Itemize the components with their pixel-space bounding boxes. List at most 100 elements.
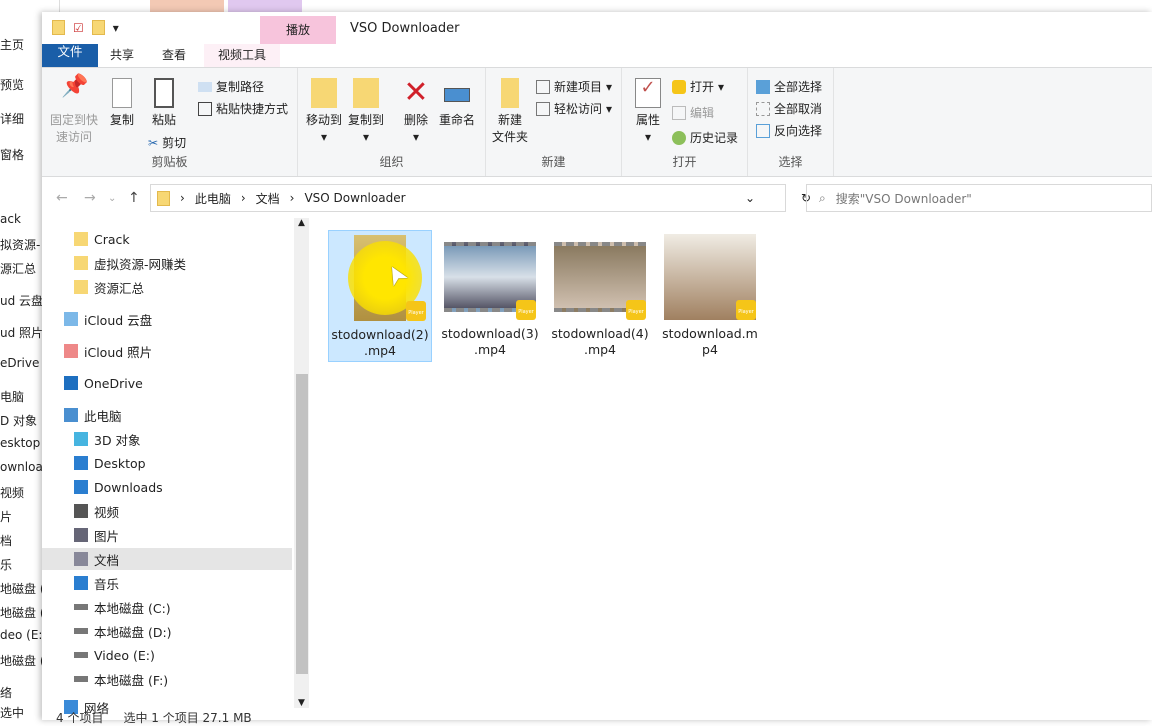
select-none-button[interactable]: 全部取消 <box>756 100 822 117</box>
up-icon[interactable]: ↑ <box>128 190 140 206</box>
background-item: 地磁盘 ( <box>0 654 45 668</box>
open-play-icon <box>672 79 686 94</box>
window-title: VSO Downloader <box>350 21 460 36</box>
tree-item[interactable]: 音乐 <box>74 572 324 594</box>
tab-video-tools[interactable]: 视频工具 <box>204 44 281 67</box>
tree-item[interactable]: 文档 <box>42 548 292 570</box>
file-name: stodownload.m <box>662 326 758 341</box>
cut-button[interactable]: ✂ 剪切 <box>148 134 186 151</box>
file-item[interactable]: Player stodownload(4) .mp4 <box>548 230 652 362</box>
background-item: ud 云盘 <box>0 294 44 308</box>
properties-icon[interactable]: ☑ <box>73 21 84 35</box>
copy-to-button[interactable]: 复制到 ▾ <box>346 78 386 146</box>
file-item[interactable]: ➤ Player stodownload(2) .mp4 <box>328 230 432 362</box>
background-item: 窗格 <box>0 148 25 162</box>
recent-chevron-icon[interactable]: ⌄ <box>108 193 116 204</box>
copy-path-button[interactable]: 复制路径 <box>198 78 264 95</box>
background-item: 档 <box>0 534 13 548</box>
item-count: 4 个项目 <box>56 711 104 725</box>
copy-button[interactable]: 复制 <box>104 78 140 129</box>
breadcrumb-item[interactable]: 此电脑 <box>195 190 231 207</box>
drive-icon <box>74 652 88 658</box>
tree-item[interactable]: 此电脑 <box>64 404 314 426</box>
navigation-scrollbar[interactable]: ▲ ▼ <box>294 218 309 708</box>
tree-item[interactable]: 本地磁盘 (F:) <box>74 668 324 690</box>
tree-item-label: 本地磁盘 (D:) <box>94 624 172 640</box>
tree-item[interactable]: 虚拟资源-网赚类 <box>74 252 324 274</box>
easy-access-icon <box>536 101 550 116</box>
tree-item[interactable]: iCloud 云盘 <box>64 308 314 330</box>
background-item: ud 照片 <box>0 326 44 340</box>
tree-item[interactable]: Crack <box>74 228 324 250</box>
tree-item[interactable]: 本地磁盘 (D:) <box>74 620 324 642</box>
delete-button[interactable]: ✕ 删除 ▾ <box>398 78 434 146</box>
background-item: eDrive <box>0 356 40 370</box>
chevron-right-icon[interactable]: › <box>180 191 185 205</box>
properties-button[interactable]: ✓ 属性 ▾ <box>630 78 666 146</box>
background-item: 选中 <box>0 706 25 720</box>
new-item-icon <box>536 79 550 94</box>
tree-item-label: Downloads <box>94 479 163 495</box>
chevron-down-icon[interactable]: ▾ <box>113 21 119 35</box>
file-item[interactable]: Player stodownload.m p4 <box>658 230 762 362</box>
breadcrumb-item[interactable]: VSO Downloader <box>304 191 405 205</box>
paste-button[interactable]: 粘贴 <box>146 78 182 129</box>
move-to-button[interactable]: 移动到 ▾ <box>304 78 344 146</box>
drive-icon <box>74 628 88 634</box>
tree-item[interactable]: Downloads <box>74 476 324 498</box>
background-item: 乐 <box>0 558 13 572</box>
invert-selection-button[interactable]: 反向选择 <box>756 122 822 139</box>
open-button[interactable]: 打开 ▾ <box>672 78 724 95</box>
tree-item[interactable]: 资源汇总 <box>74 276 324 298</box>
tree-item[interactable]: OneDrive <box>64 372 314 394</box>
pin-button[interactable]: 📌 固定到快 速访问 <box>48 76 100 146</box>
back-icon[interactable]: ← <box>56 190 68 206</box>
tree-item[interactable]: Video (E:) <box>74 644 324 666</box>
tree-item-label: 资源汇总 <box>94 280 145 296</box>
tree-item-label: 本地磁盘 (F:) <box>94 672 169 688</box>
download-icon <box>74 480 88 494</box>
address-bar[interactable]: › 此电脑 › 文档 › VSO Downloader ⌄ ↻ <box>150 184 811 212</box>
tab-share[interactable]: 共享 <box>96 44 148 67</box>
search-input[interactable]: ⌕ 搜索"VSO Downloader" <box>806 184 1152 212</box>
ribbon-tabs: 文件 主页 共享 查看 视频工具 <box>42 44 281 176</box>
new-item-button[interactable]: 新建项目 ▾ <box>536 78 612 95</box>
background-item: 视频 <box>0 486 25 500</box>
folder-icon <box>74 232 88 246</box>
tab-view[interactable]: 查看 <box>148 44 200 67</box>
status-bar: 4 个项目 选中 1 个项目 27.1 MB <box>56 709 252 726</box>
edit-button[interactable]: 编辑 <box>672 104 714 121</box>
ribbon: 📌 固定到快 速访问 复制 粘贴 复制路径 粘贴快捷方式 ✂ 剪切 剪贴板 移动到 ▾ … <box>42 67 1152 177</box>
scrollbar-thumb[interactable] <box>296 374 308 674</box>
background-item: ack <box>0 212 21 226</box>
file-name-ext: .mp4 <box>363 343 397 358</box>
tree-item[interactable]: Desktop <box>74 452 324 474</box>
background-item: 主页 <box>0 38 25 52</box>
rename-button[interactable]: 重命名 <box>436 78 478 129</box>
forward-icon[interactable]: → <box>84 190 96 206</box>
history-button[interactable]: 历史记录 <box>672 129 738 146</box>
new-folder-button[interactable]: 新建 文件夹 <box>490 78 530 146</box>
group-new: 新建 文件夹 新建项目 ▾ 轻松访问 ▾ 新建 <box>486 68 622 176</box>
new-folder-icon[interactable] <box>91 20 105 35</box>
tree-item-label: 虚拟资源-网赚类 <box>94 256 187 272</box>
tree-item[interactable]: 3D 对象 <box>74 428 324 450</box>
easy-access-button[interactable]: 轻松访问 ▾ <box>536 100 612 117</box>
drive-icon <box>74 676 88 682</box>
breadcrumb-item[interactable]: 文档 <box>256 190 280 207</box>
file-name-ext: p4 <box>702 342 718 357</box>
tree-item[interactable]: 图片 <box>74 524 324 546</box>
folder-icon[interactable] <box>52 20 65 35</box>
tree-item-label: Video (E:) <box>94 647 155 663</box>
file-item[interactable]: Player stodownload(3) .mp4 <box>438 230 542 362</box>
tree-item[interactable]: iCloud 照片 <box>64 340 314 362</box>
paste-shortcut-button[interactable]: 粘贴快捷方式 <box>198 100 288 117</box>
tree-item[interactable]: 视频 <box>74 500 324 522</box>
background-item: 地磁盘 ( <box>0 582 45 596</box>
move-folder-icon <box>311 78 337 108</box>
select-all-button[interactable]: 全部选择 <box>756 78 822 95</box>
chevron-down-icon[interactable]: ⌄ <box>745 191 755 205</box>
file-name-ext: .mp4 <box>583 342 617 357</box>
tree-item[interactable]: 本地磁盘 (C:) <box>74 596 324 618</box>
navigation-pane: Crack 虚拟资源-网赚类 资源汇总 iCloud 云盘 iCloud 照片 OneDr… <box>42 218 308 716</box>
